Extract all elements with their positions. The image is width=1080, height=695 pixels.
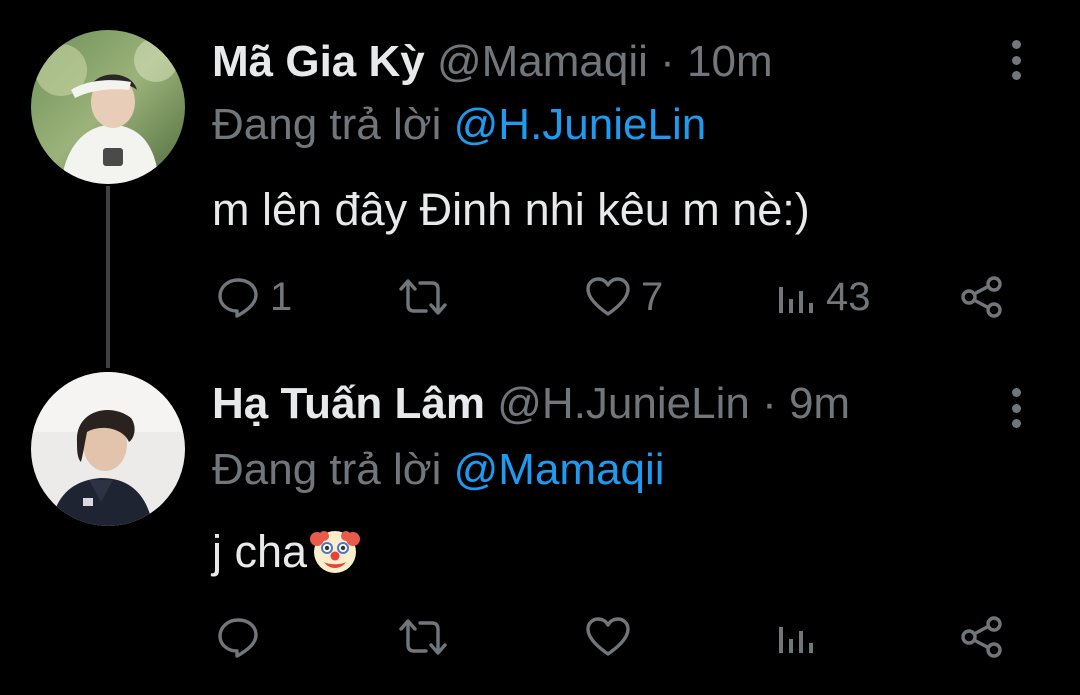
tweet-text: m lên đây Đinh nhi kêu m nè:) xyxy=(212,184,810,235)
share-icon xyxy=(961,276,1002,318)
views-chart-icon xyxy=(779,287,813,313)
reply-count: 1 xyxy=(270,274,293,319)
retweet-button[interactable] xyxy=(398,607,448,667)
replying-to: Đang trả lời @Mamaqii xyxy=(212,440,665,500)
retweet-button[interactable] xyxy=(398,267,448,327)
retweet-icon xyxy=(399,619,447,655)
tweet-text: j cha xyxy=(212,526,308,577)
replying-to: Đang trả lời @H.JunieLin xyxy=(212,95,706,155)
share-button[interactable] xyxy=(960,607,1004,667)
tweet-text-container: j cha xyxy=(212,522,361,592)
tweet-header: Hạ Tuấn Lâm @H.JunieLin · 9m xyxy=(212,374,850,434)
tweet-1[interactable]: Mã Gia Kỳ @Mamaqii · 10m Đang trả lời @H… xyxy=(0,0,1080,360)
share-button[interactable] xyxy=(960,267,1004,327)
timestamp[interactable]: 9m xyxy=(789,379,850,428)
reply-button[interactable] xyxy=(216,607,270,667)
display-name[interactable]: Hạ Tuấn Lâm xyxy=(212,379,485,428)
views-button[interactable]: 43 xyxy=(776,267,871,327)
avatar[interactable] xyxy=(31,372,185,526)
mention-link[interactable]: @Mamaqii xyxy=(454,445,665,494)
replying-to-label: Đang trả lời xyxy=(212,100,442,149)
heart-icon xyxy=(586,277,630,316)
like-button[interactable]: 7 xyxy=(585,267,663,327)
avatar[interactable] xyxy=(31,30,185,184)
user-handle[interactable]: @H.JunieLin xyxy=(497,379,750,428)
views-button[interactable] xyxy=(776,607,816,667)
avatar-photo xyxy=(31,30,185,184)
replying-to-label: Đang trả lời xyxy=(212,445,442,494)
views-chart-icon xyxy=(779,627,813,653)
avatar-photo xyxy=(31,372,185,526)
clown-face-icon xyxy=(309,525,361,592)
reply-icon xyxy=(218,278,258,318)
heart-icon xyxy=(586,617,630,656)
reply-icon xyxy=(218,618,258,658)
view-count: 43 xyxy=(826,274,871,319)
retweet-icon xyxy=(399,279,447,315)
reply-button[interactable]: 1 xyxy=(216,267,292,327)
tweet-actions: 1 7 43 xyxy=(0,267,1080,327)
like-button[interactable] xyxy=(585,607,631,667)
more-vertical-icon[interactable] xyxy=(1004,388,1028,428)
mention-link[interactable]: @H.JunieLin xyxy=(454,100,707,149)
tweet-header: Mã Gia Kỳ @Mamaqii · 10m xyxy=(212,32,773,92)
display-name[interactable]: Mã Gia Kỳ xyxy=(212,37,425,86)
user-handle[interactable]: @Mamaqii xyxy=(437,37,648,86)
separator: · xyxy=(762,379,777,428)
timestamp[interactable]: 10m xyxy=(687,37,773,86)
separator: · xyxy=(660,37,675,86)
tweet-actions xyxy=(0,607,1080,667)
like-count: 7 xyxy=(641,274,664,319)
more-vertical-icon[interactable] xyxy=(1004,40,1028,80)
tweet-2[interactable]: Hạ Tuấn Lâm @H.JunieLin · 9m Đang trả lờ… xyxy=(0,360,1080,695)
share-icon xyxy=(961,616,1002,658)
